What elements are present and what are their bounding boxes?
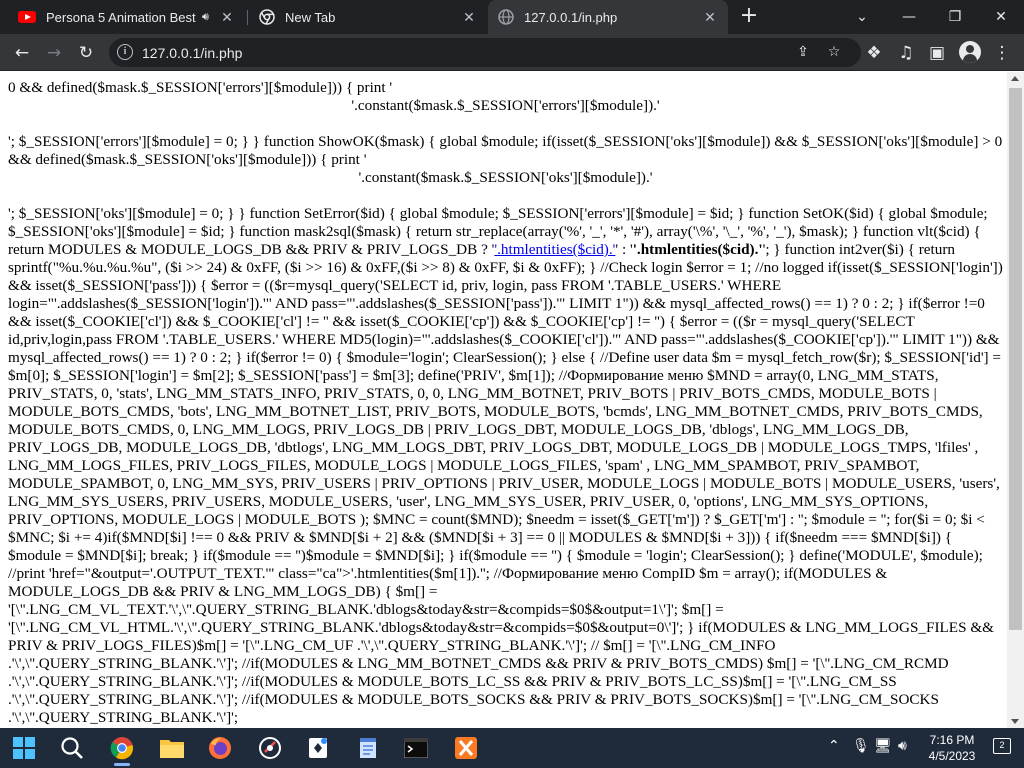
system-clock[interactable]: 7:16 PM 4/5/2023 [920, 732, 984, 764]
text-line-centered: '.constant($mask.$_SESSION['oks'][$modul… [358, 169, 653, 186]
scroll-down-arrow-icon[interactable] [1011, 719, 1019, 724]
text-paragraph: '; $_SESSION['errors'][$module] = 0; } }… [8, 133, 1003, 168]
text-paragraph: '; $_SESSION['oks'][$module] = 0; } } fu… [8, 205, 1003, 727]
vertical-scrollbar[interactable] [1007, 72, 1024, 728]
start-icon[interactable] [8, 732, 40, 764]
microphone-icon[interactable]: 🎙︎ [852, 738, 870, 754]
extensions-icon[interactable]: ❖ [860, 39, 888, 67]
back-icon[interactable]: ← [8, 39, 36, 67]
restore-icon[interactable]: ❐ [942, 4, 968, 30]
windows-taskbar: ⌃ 🎙︎ 🖥︎ 🔊︎ 7:16 PM 4/5/2023 2 [0, 728, 1024, 768]
volume-icon[interactable]: 🔊︎ [898, 738, 907, 754]
clock-time: 7:16 PM [929, 733, 975, 747]
media-control-icon[interactable]: ♫ [892, 39, 920, 67]
minimize-icon[interactable]: — [896, 4, 922, 30]
reload-icon[interactable]: ↻ [72, 39, 100, 67]
chrome-icon[interactable] [106, 732, 138, 766]
close-window-icon[interactable]: ✕ [988, 4, 1014, 30]
side-panel-icon[interactable]: ▣ [923, 39, 951, 67]
scroll-up-arrow-icon[interactable] [1011, 76, 1019, 81]
address-bar[interactable]: i ⇪ ☆ [109, 38, 861, 67]
tab-youtube[interactable]: Persona 5 Animation Best Mo 🔊︎ ✕ [0, 0, 245, 34]
file-explorer-icon[interactable] [156, 732, 188, 764]
tab-title: New Tab [285, 9, 336, 25]
bold-text: '.htmlentities($cid).' [632, 241, 763, 258]
profile-avatar-icon[interactable] [959, 41, 981, 63]
text-span: '; } function int2ver($i) { return sprin… [8, 241, 1003, 726]
page-viewport: 0 && defined($mask.$_SESSION['errors'][$… [0, 72, 1007, 728]
forward-icon[interactable]: → [40, 39, 68, 67]
show-hidden-icons-icon[interactable]: ⌃ [828, 738, 840, 754]
tab-separator [247, 10, 248, 25]
url-input[interactable] [142, 38, 782, 67]
search-icon[interactable] [56, 732, 88, 764]
tab-title: 127.0.0.1/in.php [524, 9, 618, 25]
youtube-icon [18, 11, 36, 23]
firefox-icon[interactable] [204, 732, 236, 764]
tab-search-icon[interactable]: ⌄ [849, 4, 875, 30]
clock-date: 4/5/2023 [928, 749, 976, 763]
text-line: 0 && defined($mask.$_SESSION['errors'][$… [8, 79, 393, 96]
terminal-icon[interactable] [400, 732, 432, 764]
globe-icon [498, 9, 514, 25]
xampp-icon[interactable] [450, 732, 482, 764]
tab-new-tab[interactable]: New Tab ✕ [249, 0, 487, 34]
browser-toolbar: ← → ↻ i ⇪ ☆ ❖ ♫ ▣ ⋮ [0, 34, 1024, 71]
close-tab-icon[interactable]: ✕ [459, 7, 479, 27]
notepad-icon[interactable] [352, 732, 384, 764]
close-tab-icon[interactable]: ✕ [217, 7, 237, 27]
text-line-centered: '.constant($mask.$_SESSION['errors'][$mo… [351, 97, 660, 114]
notification-badge[interactable]: 2 [993, 738, 1011, 754]
tab-title: Persona 5 Animation Best Mo [46, 9, 198, 25]
tool-icon[interactable] [254, 732, 286, 764]
site-info-icon[interactable]: i [117, 44, 133, 60]
chrome-globe-icon [259, 9, 275, 25]
menu-kebab-icon[interactable]: ⋮ [988, 39, 1016, 67]
text-span: ' : ' [615, 241, 633, 258]
cid-link[interactable]: '.htmlentities($cid).' [494, 241, 615, 258]
network-icon[interactable]: 🖥︎ [874, 738, 892, 754]
bookmark-star-icon[interactable]: ☆ [820, 38, 848, 67]
tab-active-page[interactable]: 127.0.0.1/in.php ✕ [488, 0, 728, 34]
share-icon[interactable]: ⇪ [789, 38, 817, 67]
close-tab-icon[interactable]: ✕ [700, 7, 720, 27]
php-source-output: 0 && defined($mask.$_SESSION['errors'][$… [8, 79, 1003, 727]
speaker-icon[interactable]: 🔊︎ [202, 11, 209, 24]
scrollbar-thumb[interactable] [1009, 88, 1022, 630]
tab-strip: Persona 5 Animation Best Mo 🔊︎ ✕ New Tab… [0, 0, 1024, 34]
card-app-icon[interactable] [302, 732, 334, 764]
new-tab-button[interactable]: + [737, 5, 761, 29]
